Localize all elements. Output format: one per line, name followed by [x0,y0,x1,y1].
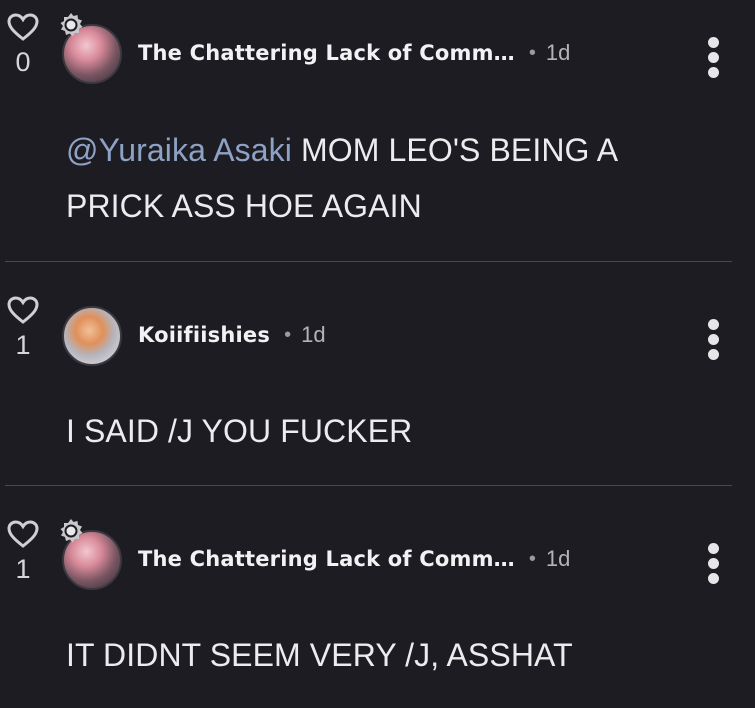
comment-item: 0 The Chattering Lack of Comm… • 1d @Yur… [0,0,755,262]
comment-header: The Chattering Lack of Comm… • 1d [138,544,570,574]
comment-text-line: MOM LEO'S BEING A [292,132,619,168]
comment-item: 1 Koiifiishies • 1d I SAID /J YOU FUCKER [0,262,755,485]
more-vertical-icon [704,543,722,584]
avatar[interactable] [60,519,124,592]
comment-menu-button[interactable] [704,37,722,82]
separator-dot: • [528,547,536,570]
like-count: 1 [15,554,31,584]
author-name[interactable]: Koiifiishies [138,323,270,347]
like-count: 1 [15,330,31,360]
mention-link[interactable]: @Yuraika Asaki [66,132,292,168]
author-name[interactable]: The Chattering Lack of Comm… [138,41,515,65]
comment-menu-button[interactable] [704,319,722,364]
heart-outline-icon [7,520,39,548]
author-name[interactable]: The Chattering Lack of Comm… [138,547,515,571]
heart-outline-icon [7,296,39,324]
heart-outline-icon [7,13,39,41]
avatar[interactable] [60,13,124,86]
separator-dot: • [528,41,536,64]
timestamp: 1d [301,322,326,347]
comment-text-line: PRICK ASS HOE AGAIN [66,188,422,224]
timestamp: 1d [545,546,571,571]
chat-bubble-badge-icon [60,519,83,543]
like-count: 0 [15,47,31,77]
comment-text: @Yuraika Asaki MOM LEO'S BEING A PRICK A… [66,122,618,234]
like-button[interactable]: 1 [3,295,43,359]
comment-item: 1 The Chattering Lack of Comm… • 1d IT D… [0,486,755,708]
like-button[interactable]: 0 [3,12,43,76]
chat-bubble-badge-icon [60,13,83,37]
avatar[interactable] [62,306,124,368]
more-vertical-icon [704,37,722,78]
comment-text: IT DIDNT SEEM VERY /J, ASSHAT [66,637,573,673]
comment-text: I SAID /J YOU FUCKER [66,413,413,449]
more-vertical-icon [704,319,722,360]
comment-header: Koiifiishies • 1d [138,320,326,350]
comment-header: The Chattering Lack of Comm… • 1d [138,38,570,68]
separator-dot: • [284,323,292,346]
timestamp: 1d [545,40,571,65]
like-button[interactable]: 1 [3,519,43,583]
comment-menu-button[interactable] [704,543,722,588]
